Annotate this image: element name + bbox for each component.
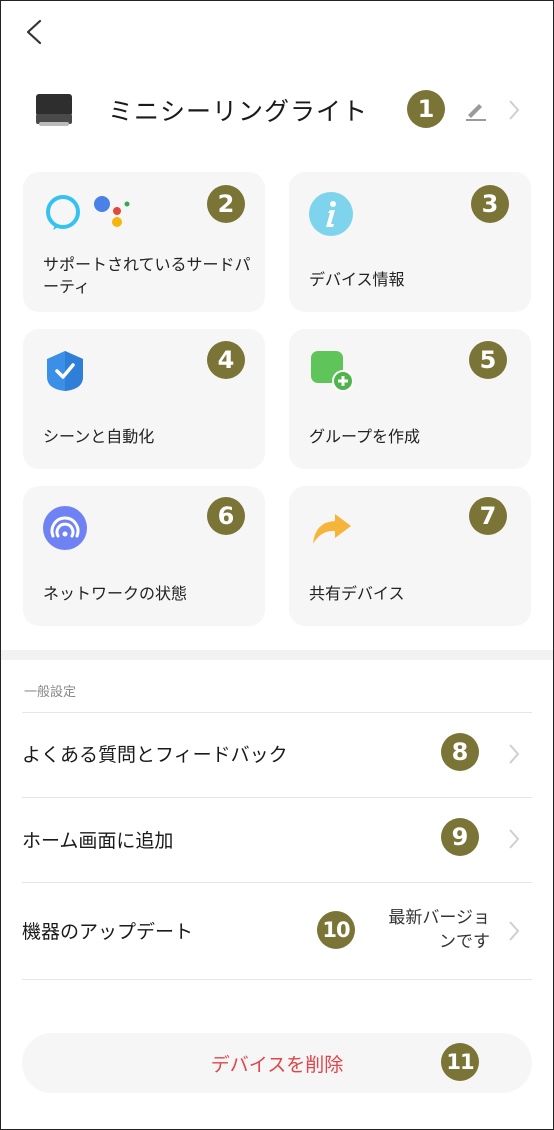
callout-badge: 1 [407,90,445,128]
callout-badge: 9 [441,818,479,856]
device-name: ミニシーリングライト [108,97,369,126]
callout-badge: 10 [317,911,355,949]
ceiling-light-icon [36,94,72,126]
scene-shield-check-icon [47,351,83,391]
callout-badge: 6 [207,497,245,535]
card-label: グループを作成 [309,427,421,446]
back-arrow-icon[interactable] [22,17,48,47]
callout-badge: 8 [441,733,479,771]
chevron-right-icon[interactable] [508,743,520,765]
update-status: 最新バージョンです [388,908,490,952]
group-add-icon [311,351,353,392]
chevron-right-icon[interactable] [508,828,520,850]
info-icon [309,192,353,236]
row-label: よくある質問とフィードバック [22,744,288,766]
callout-badge: 7 [469,497,507,535]
section-title: 一般設定 [24,685,77,700]
share-arrow-icon [313,514,351,544]
alexa-google-assistant-icon [46,195,130,230]
callout-badge: 4 [207,341,245,379]
network-signal-icon [43,506,87,550]
callout-badge: 11 [441,1043,479,1081]
edit-pencil-icon[interactable] [464,100,488,122]
section-divider [1,650,553,660]
card-label: デバイス情報 [309,270,405,289]
card-label: シーンと自動化 [43,427,155,446]
callout-badge: 3 [471,185,509,223]
chevron-right-icon[interactable] [508,920,520,942]
card-label: サポートされているサードパーティ [43,255,251,296]
chevron-right-icon[interactable] [508,99,520,121]
card-label: 共有デバイス [309,584,405,603]
divider [22,979,532,980]
row-label: 機器のアップデート [22,921,194,943]
row-label: ホーム画面に追加 [22,830,174,852]
callout-badge: 5 [469,341,507,379]
callout-badge: 2 [207,185,245,223]
card-label: ネットワークの状態 [43,584,188,603]
